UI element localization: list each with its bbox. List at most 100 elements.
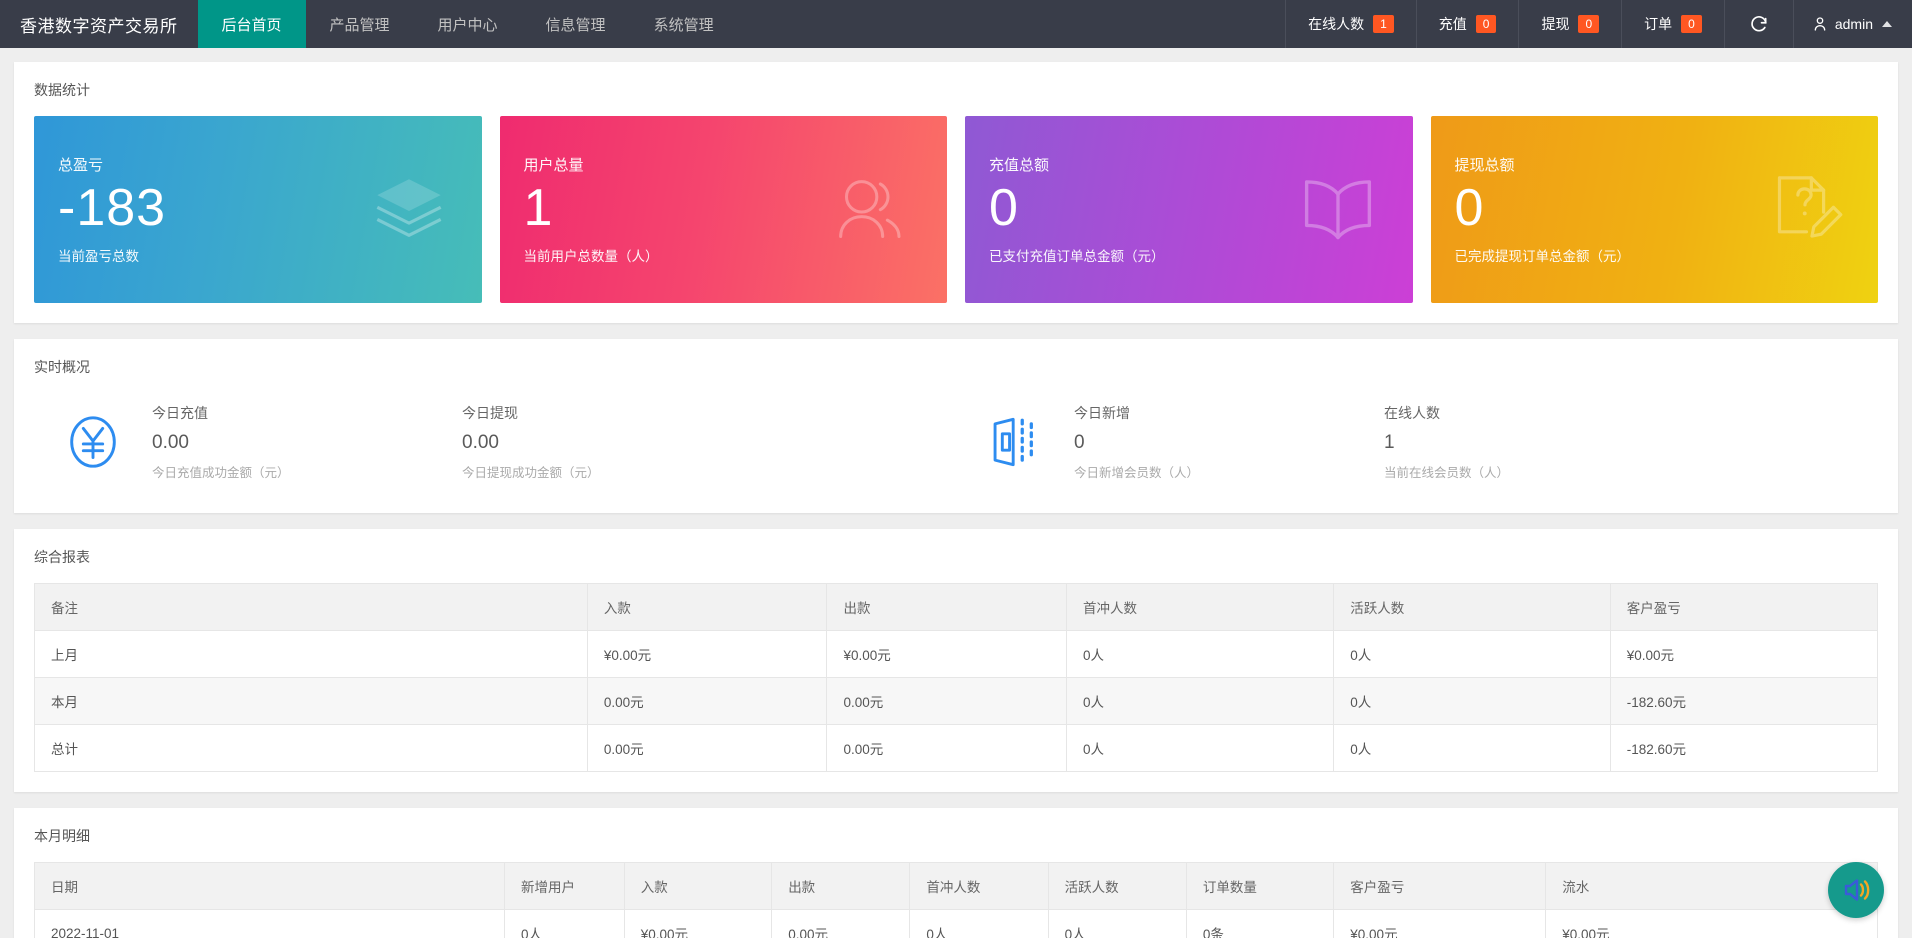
nav-stat-online-badge: 1 bbox=[1373, 15, 1394, 33]
door-dashed-icon bbox=[956, 413, 1074, 471]
table-header-row: 备注 入款 出款 首冲人数 活跃人数 客户盈亏 bbox=[34, 583, 1878, 631]
report-cell: 总计 bbox=[34, 724, 588, 772]
report-cell: 0人 bbox=[1066, 724, 1335, 772]
detail-cell: ¥0.00元 bbox=[624, 909, 773, 938]
detail-cell: ¥0.00元 bbox=[1333, 909, 1547, 938]
nav-stat-recharge-badge: 0 bbox=[1475, 15, 1497, 33]
table-row: 本月 0.00元 0.00元 0人 0人 -182.60元 bbox=[34, 677, 1878, 725]
detail-cell: 0条 bbox=[1186, 909, 1335, 938]
report-cell: -182.60元 bbox=[1610, 677, 1878, 725]
report-cell: 本月 bbox=[34, 677, 588, 725]
nav-stat-withdraw[interactable]: 提现 0 bbox=[1518, 0, 1621, 48]
nav-stat-order-label: 订单 bbox=[1644, 16, 1673, 32]
realtime-item-sub: 当前在线会员数（人） bbox=[1384, 466, 1510, 480]
detail-panel: 本月明细 日期 新增用户 入款 出款 首冲人数 活跃人数 订单数量 客户盈亏 流… bbox=[14, 808, 1898, 938]
nav-item-system[interactable]: 系统管理 bbox=[630, 0, 738, 48]
book-icon bbox=[1297, 170, 1379, 249]
brand-title: 香港数字资产交易所 bbox=[20, 16, 178, 36]
report-cell: 0.00元 bbox=[826, 724, 1068, 772]
nav-stat-online[interactable]: 在线人数 1 bbox=[1285, 0, 1416, 48]
report-cell: ¥0.00元 bbox=[826, 630, 1068, 678]
report-cell: ¥0.00元 bbox=[587, 630, 828, 678]
user-name: admin bbox=[1834, 16, 1873, 32]
report-cell: 0.00元 bbox=[587, 724, 828, 772]
navbar-right: 在线人数 1 充值 0 提现 0 订单 0 admin bbox=[1285, 0, 1912, 48]
detail-cell: 0.00元 bbox=[771, 909, 911, 938]
nav-item-user-center[interactable]: 用户中心 bbox=[414, 0, 522, 48]
detail-col-customer-pnl: 客户盈亏 bbox=[1333, 862, 1547, 910]
stat-card-total-recharge[interactable]: 充值总额 0 已支付充值订单总金额（元） bbox=[965, 116, 1413, 303]
detail-col-deposit: 入款 bbox=[624, 862, 773, 910]
realtime-group-members: 今日新增 0 今日新增会员数（人） 在线人数 1 当前在线会员数（人） bbox=[956, 403, 1878, 481]
realtime-item-label: 今日提现 bbox=[462, 405, 518, 421]
realtime-item-value: 0.00 bbox=[462, 432, 499, 453]
realtime-item-today-recharge: 今日充值 0.00 今日充值成功金额（元） bbox=[152, 403, 462, 481]
detail-col-order-count: 订单数量 bbox=[1186, 862, 1335, 910]
report-cell: -182.60元 bbox=[1610, 724, 1878, 772]
realtime-row: 今日充值 0.00 今日充值成功金额（元） 今日提现 0.00 今日提现成功金额… bbox=[34, 393, 1878, 505]
table-row: 上月 ¥0.00元 ¥0.00元 0人 0人 ¥0.00元 bbox=[34, 630, 1878, 678]
table-header-row: 日期 新增用户 入款 出款 首冲人数 活跃人数 订单数量 客户盈亏 流水 bbox=[34, 862, 1878, 910]
report-cell: 0人 bbox=[1333, 724, 1611, 772]
stat-card-total-withdraw[interactable]: 提现总额 0 已完成提现订单总金额（元） bbox=[1430, 116, 1878, 303]
nav-stat-recharge-label: 充值 bbox=[1438, 16, 1467, 32]
nav-item-info[interactable]: 信息管理 bbox=[522, 0, 630, 48]
realtime-item-value: 0.00 bbox=[152, 432, 189, 453]
realtime-item-value: 1 bbox=[1384, 432, 1395, 453]
stat-card-list: 总盈亏 -183 当前盈亏总数 用户总量 1 当前用户总数量（人） 充值总额 0… bbox=[34, 116, 1878, 303]
report-panel-title: 综合报表 bbox=[34, 549, 90, 565]
nav-stat-recharge[interactable]: 充值 0 bbox=[1415, 0, 1519, 48]
realtime-item-sub: 今日提现成功金额（元） bbox=[462, 466, 600, 480]
sound-on-icon bbox=[1844, 879, 1870, 901]
detail-cell: 0人 bbox=[1048, 909, 1187, 938]
report-col-remark: 备注 bbox=[34, 583, 588, 631]
stats-panel-title: 数据统计 bbox=[34, 82, 90, 98]
realtime-item-today-withdraw: 今日提现 0.00 今日提现成功金额（元） bbox=[462, 403, 772, 481]
nav-item-dashboard[interactable]: 后台首页 bbox=[197, 0, 306, 48]
detail-table: 日期 新增用户 入款 出款 首冲人数 活跃人数 订单数量 客户盈亏 流水 202… bbox=[34, 862, 1878, 938]
realtime-panel: 实时概况 今日充值 0.00 今日充值成功金额（元） 今日提现 0.00 今日提… bbox=[14, 339, 1898, 513]
report-cell: ¥0.00元 bbox=[1610, 630, 1878, 678]
stat-card-total-pnl[interactable]: 总盈亏 -183 当前盈亏总数 bbox=[34, 116, 482, 303]
detail-col-date: 日期 bbox=[34, 862, 505, 910]
report-cell: 0人 bbox=[1333, 677, 1611, 725]
layers-icon bbox=[370, 169, 448, 250]
refresh-button[interactable] bbox=[1723, 0, 1793, 48]
nav-stat-order[interactable]: 订单 0 bbox=[1621, 0, 1724, 48]
realtime-item-label: 在线人数 bbox=[1384, 405, 1440, 421]
nav-item-product[interactable]: 产品管理 bbox=[306, 0, 414, 48]
table-row: 2022-11-01 0人 ¥0.00元 0.00元 0人 0人 0条 ¥0.0… bbox=[34, 909, 1878, 938]
realtime-item-online: 在线人数 1 当前在线会员数（人） bbox=[1384, 403, 1694, 481]
report-table: 备注 入款 出款 首冲人数 活跃人数 客户盈亏 上月 ¥0.00元 ¥0.00元… bbox=[34, 583, 1878, 772]
sound-toggle-button[interactable] bbox=[1828, 862, 1884, 918]
report-cell: 0人 bbox=[1066, 677, 1335, 725]
realtime-group-money: 今日充值 0.00 今日充值成功金额（元） 今日提现 0.00 今日提现成功金额… bbox=[34, 403, 956, 481]
nav-stat-withdraw-badge: 0 bbox=[1578, 15, 1600, 33]
detail-col-withdraw: 出款 bbox=[771, 862, 911, 910]
report-col-withdraw: 出款 bbox=[826, 583, 1068, 631]
detail-col-new-users: 新增用户 bbox=[504, 862, 625, 910]
realtime-item-today-new: 今日新增 0 今日新增会员数（人） bbox=[1074, 403, 1384, 481]
realtime-item-sub: 今日充值成功金额（元） bbox=[152, 466, 290, 480]
note-edit-icon bbox=[1764, 170, 1844, 249]
detail-panel-title: 本月明细 bbox=[34, 828, 90, 844]
report-cell: 0.00元 bbox=[587, 677, 828, 725]
report-cell: 0人 bbox=[1066, 630, 1335, 678]
report-cell: 上月 bbox=[34, 630, 588, 678]
nav-stat-online-label: 在线人数 bbox=[1308, 16, 1365, 32]
detail-cell: ¥0.00元 bbox=[1545, 909, 1878, 938]
detail-col-active-count: 活跃人数 bbox=[1048, 862, 1187, 910]
stats-panel: 数据统计 总盈亏 -183 当前盈亏总数 用户总量 1 当前用户总数量（人） 充… bbox=[14, 62, 1898, 323]
detail-cell: 0人 bbox=[504, 909, 625, 938]
realtime-panel-title: 实时概况 bbox=[34, 359, 90, 375]
nav-stat-order-badge: 0 bbox=[1681, 15, 1702, 33]
stat-card-total-users[interactable]: 用户总量 1 当前用户总数量（人） bbox=[499, 116, 947, 303]
table-row: 总计 0.00元 0.00元 0人 0人 -182.60元 bbox=[34, 724, 1878, 772]
nav-stat-withdraw-label: 提现 bbox=[1541, 16, 1570, 32]
realtime-item-value: 0 bbox=[1074, 432, 1085, 453]
users-icon bbox=[829, 169, 913, 250]
realtime-item-sub: 今日新增会员数（人） bbox=[1074, 466, 1200, 480]
user-menu[interactable]: admin bbox=[1792, 0, 1912, 48]
report-col-deposit: 入款 bbox=[587, 583, 828, 631]
main-menu: 后台首页 产品管理 用户中心 信息管理 系统管理 bbox=[197, 0, 738, 48]
